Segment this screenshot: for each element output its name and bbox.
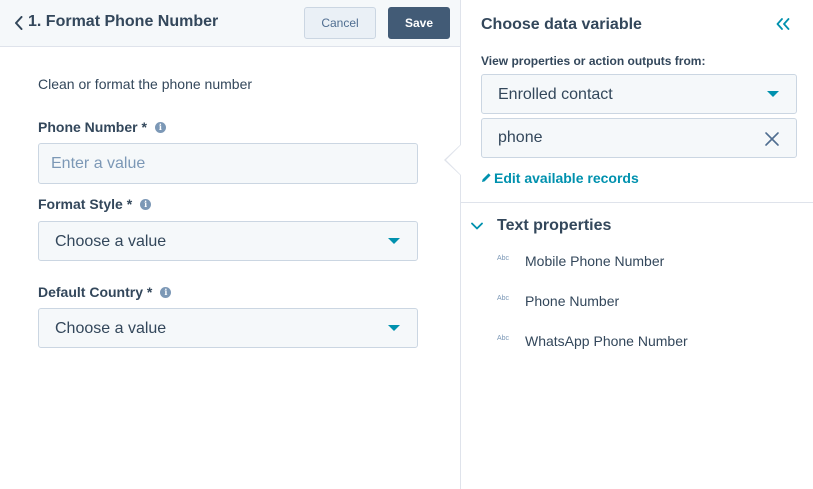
action-config-panel: 1. Format Phone Number Cancel Save Clean… bbox=[0, 0, 460, 489]
double-chevron-left-icon[interactable] bbox=[774, 14, 792, 34]
text-properties-toggle[interactable]: Text properties bbox=[471, 216, 611, 236]
property-label: WhatsApp Phone Number bbox=[525, 333, 688, 349]
info-icon[interactable]: i bbox=[154, 121, 166, 133]
default-country-select[interactable]: Choose a value bbox=[38, 308, 418, 348]
panel-header: 1. Format Phone Number Cancel Save bbox=[0, 0, 460, 47]
panel-title: 1. Format Phone Number bbox=[28, 13, 219, 30]
edit-records-label: Edit available records bbox=[494, 170, 639, 186]
text-type-icon: Abc bbox=[497, 254, 510, 262]
property-item[interactable]: Abc Mobile Phone Number bbox=[497, 249, 797, 273]
section-title: Text properties bbox=[497, 217, 612, 234]
caret-down-icon bbox=[767, 91, 779, 97]
property-search-input[interactable] bbox=[482, 119, 752, 157]
section-divider bbox=[461, 202, 813, 203]
property-item[interactable]: Abc Phone Number bbox=[497, 289, 797, 313]
text-type-icon: Abc bbox=[497, 294, 510, 302]
save-button[interactable]: Save bbox=[388, 7, 450, 39]
format-style-label: Format Style * i bbox=[38, 196, 152, 212]
variable-panel-title: Choose data variable bbox=[481, 16, 642, 33]
phone-number-label-text: Phone Number * bbox=[38, 119, 147, 135]
format-style-value: Choose a value bbox=[55, 233, 167, 250]
format-style-label-text: Format Style * bbox=[38, 196, 133, 212]
cancel-button[interactable]: Cancel bbox=[304, 7, 376, 39]
phone-number-input[interactable] bbox=[38, 143, 418, 184]
edit-records-link[interactable]: Edit available records bbox=[481, 170, 639, 186]
default-country-value: Choose a value bbox=[55, 320, 167, 337]
pencil-icon bbox=[481, 170, 492, 186]
chevron-left-icon[interactable] bbox=[11, 13, 25, 33]
popover-pointer-fill bbox=[446, 145, 461, 175]
caret-down-icon bbox=[388, 325, 400, 331]
default-country-label-text: Default Country * bbox=[38, 284, 153, 300]
data-variable-panel: Choose data variable View properties or … bbox=[461, 0, 813, 489]
property-label: Phone Number bbox=[525, 293, 620, 309]
info-icon[interactable]: i bbox=[140, 198, 152, 210]
info-icon[interactable]: i bbox=[160, 286, 172, 298]
format-style-select[interactable]: Choose a value bbox=[38, 221, 418, 261]
record-source-select[interactable]: Enrolled contact bbox=[481, 74, 797, 114]
text-type-icon: Abc bbox=[497, 334, 510, 342]
property-search bbox=[481, 118, 797, 158]
action-description: Clean or format the phone number bbox=[38, 76, 253, 92]
chevron-down-icon bbox=[471, 217, 483, 235]
phone-number-label: Phone Number * i bbox=[38, 119, 166, 135]
close-icon[interactable] bbox=[764, 131, 780, 147]
property-label: Mobile Phone Number bbox=[525, 253, 665, 269]
record-source-value: Enrolled contact bbox=[498, 86, 613, 103]
caret-down-icon bbox=[388, 238, 400, 244]
default-country-label: Default Country * i bbox=[38, 284, 172, 300]
view-from-label: View properties or action outputs from: bbox=[481, 54, 706, 68]
property-item[interactable]: Abc WhatsApp Phone Number bbox=[497, 329, 797, 353]
